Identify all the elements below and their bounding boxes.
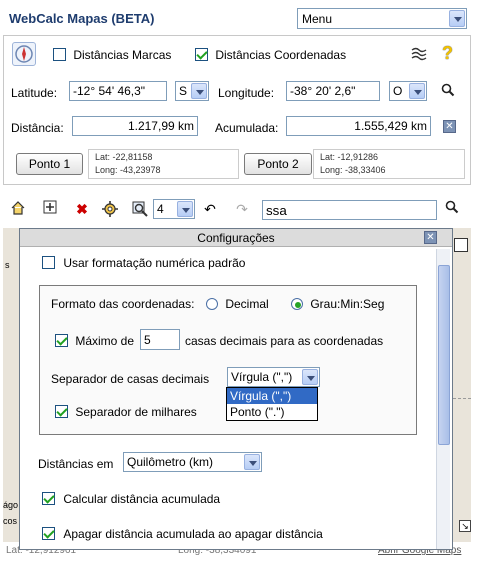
calcular-checkbox[interactable] bbox=[42, 492, 55, 505]
milhares-label: Separador de milhares bbox=[75, 405, 197, 419]
distancia-value: 1.217,99 km bbox=[72, 116, 198, 136]
ponto2-button[interactable]: Ponto 2 bbox=[244, 153, 312, 175]
separador-options-list[interactable]: Vírgula (",") Ponto (".") bbox=[226, 387, 318, 421]
separador-label: Separador de casas decimais bbox=[51, 372, 210, 386]
separador-option[interactable]: Ponto (".") bbox=[227, 404, 317, 420]
acumulada-value: 1.555,429 km bbox=[286, 116, 431, 136]
separador-value: Vírgula (",") bbox=[231, 370, 293, 384]
zoom-level-select[interactable]: 4 bbox=[153, 199, 195, 219]
ponto2-lat: Lat: -12,91286 bbox=[320, 152, 379, 162]
latitude-input[interactable] bbox=[69, 81, 167, 101]
usar-formatacao-toggle[interactable]: Usar formatação numérica padrão bbox=[42, 256, 245, 270]
resize-icon[interactable]: ↘ bbox=[459, 520, 471, 532]
home-icon[interactable] bbox=[9, 200, 27, 218]
ponto1-long: Long: -43,23978 bbox=[95, 165, 161, 175]
maximo-label: Máximo de bbox=[75, 334, 135, 348]
apagar-checkbox[interactable] bbox=[42, 527, 55, 540]
dist-coord-label: Distâncias Coordenadas bbox=[215, 48, 347, 62]
search-icon[interactable] bbox=[443, 200, 461, 218]
milhares-toggle[interactable]: Separador de milhares bbox=[55, 405, 197, 419]
calcular-label: Calcular distância acumulada bbox=[63, 492, 221, 506]
distancia-label: Distância: bbox=[11, 121, 64, 135]
casas-decimais-input[interactable] bbox=[140, 329, 180, 350]
ponto1-lat: Lat: -22,81158 bbox=[95, 152, 153, 162]
decimal-option[interactable]: Decimal bbox=[206, 297, 269, 311]
dist-coord-checkbox[interactable] bbox=[195, 48, 208, 61]
chevron-down-icon[interactable] bbox=[177, 201, 193, 217]
separador-option[interactable]: Vírgula (",") bbox=[227, 388, 317, 404]
zoom-region-icon[interactable] bbox=[131, 200, 149, 218]
latitude-hemisphere-select[interactable]: S bbox=[175, 81, 209, 101]
wave-icon[interactable] bbox=[410, 45, 428, 61]
dist-coord-toggle[interactable]: Distâncias Coordenadas bbox=[195, 48, 346, 62]
header: WebCalc Mapas (BETA) Menu bbox=[0, 0, 477, 34]
latitude-hemisphere-value: S bbox=[179, 84, 188, 98]
menu-select[interactable]: Menu bbox=[297, 8, 467, 29]
ponto2-info: Lat: -12,91286 Long: -38,33406 bbox=[313, 149, 465, 179]
casas-label: casas decimais para as coordenadas bbox=[185, 334, 384, 348]
usar-formatacao-checkbox[interactable] bbox=[42, 256, 55, 269]
longitude-input[interactable] bbox=[286, 81, 380, 101]
compass-icon[interactable] bbox=[12, 42, 36, 66]
map-label: ágo bbox=[3, 500, 19, 510]
dist-marcas-toggle[interactable]: Distâncias Marcas bbox=[53, 48, 171, 62]
acumulada-label: Acumulada: bbox=[215, 121, 279, 135]
ponto1-button[interactable]: Ponto 1 bbox=[16, 153, 83, 175]
dist-marcas-checkbox[interactable] bbox=[53, 48, 66, 61]
chevron-down-icon[interactable] bbox=[244, 454, 260, 470]
usar-formatacao-label: Usar formatação numérica padrão bbox=[63, 256, 246, 270]
ponto1-info: Lat: -22,81158 Long: -43,23978 bbox=[88, 149, 239, 179]
longitude-label: Longitude: bbox=[218, 86, 275, 100]
search-input[interactable] bbox=[262, 200, 437, 220]
grau-label: Grau:Min:Seg bbox=[310, 297, 385, 311]
gear-icon[interactable] bbox=[101, 200, 119, 218]
apagar-label: Apagar distância acumulada ao apagar dis… bbox=[63, 527, 323, 541]
chevron-down-icon[interactable] bbox=[302, 369, 318, 385]
map-label: s bbox=[5, 260, 10, 270]
undo-icon[interactable]: ↶ bbox=[201, 200, 219, 218]
app-title: WebCalc Mapas (BETA) bbox=[9, 11, 155, 26]
search-icon[interactable] bbox=[441, 83, 455, 100]
decimal-label: Decimal bbox=[225, 297, 269, 311]
latitude-label: Latitude: bbox=[11, 86, 58, 100]
grau-option[interactable]: Grau:Min:Seg bbox=[291, 297, 384, 311]
zoom-level-value: 4 bbox=[157, 202, 164, 216]
apagar-toggle[interactable]: Apagar distância acumulada ao apagar dis… bbox=[42, 527, 323, 541]
close-icon[interactable]: ✕ bbox=[424, 231, 437, 244]
map-label: cos bbox=[3, 516, 18, 526]
maximo-toggle[interactable]: Máximo de bbox=[55, 334, 134, 348]
grau-radio[interactable] bbox=[291, 298, 303, 310]
redo-icon[interactable]: ↷ bbox=[233, 200, 251, 218]
menu-select-value: Menu bbox=[302, 12, 333, 26]
delete-icon[interactable]: ✖ bbox=[73, 200, 91, 218]
formato-label: Formato das coordenadas: bbox=[51, 297, 195, 311]
chevron-down-icon[interactable] bbox=[191, 83, 207, 99]
chevron-down-icon[interactable] bbox=[449, 10, 465, 27]
longitude-hemisphere-value: O bbox=[393, 84, 403, 98]
milhares-checkbox[interactable] bbox=[55, 405, 68, 418]
ponto2-long: Long: -38,33406 bbox=[320, 165, 386, 175]
distancias-em-select[interactable]: Quilômetro (km) bbox=[123, 452, 262, 472]
chevron-down-icon[interactable] bbox=[409, 83, 425, 99]
calcular-toggle[interactable]: Calcular distância acumulada bbox=[42, 492, 220, 506]
map-control-button[interactable] bbox=[454, 238, 468, 252]
help-icon[interactable]: ? bbox=[442, 43, 453, 64]
distancias-em-label: Distâncias em bbox=[38, 457, 114, 471]
decimal-radio[interactable] bbox=[206, 298, 218, 310]
distancias-em-value: Quilômetro (km) bbox=[127, 455, 214, 469]
add-marker-icon[interactable] bbox=[41, 200, 59, 218]
dialog-title: Configurações bbox=[20, 229, 452, 247]
dist-marcas-label: Distâncias Marcas bbox=[73, 48, 172, 62]
separador-select[interactable]: Vírgula (",") bbox=[227, 367, 320, 387]
clear-icon[interactable]: ✕ bbox=[443, 120, 456, 133]
maximo-checkbox[interactable] bbox=[55, 334, 68, 347]
scrollbar-thumb[interactable] bbox=[438, 265, 450, 445]
longitude-hemisphere-select[interactable]: O bbox=[389, 81, 427, 101]
distance-panel: Distâncias Marcas Distâncias Coordenadas… bbox=[3, 35, 471, 185]
dialog-scrollbar[interactable] bbox=[436, 249, 450, 549]
